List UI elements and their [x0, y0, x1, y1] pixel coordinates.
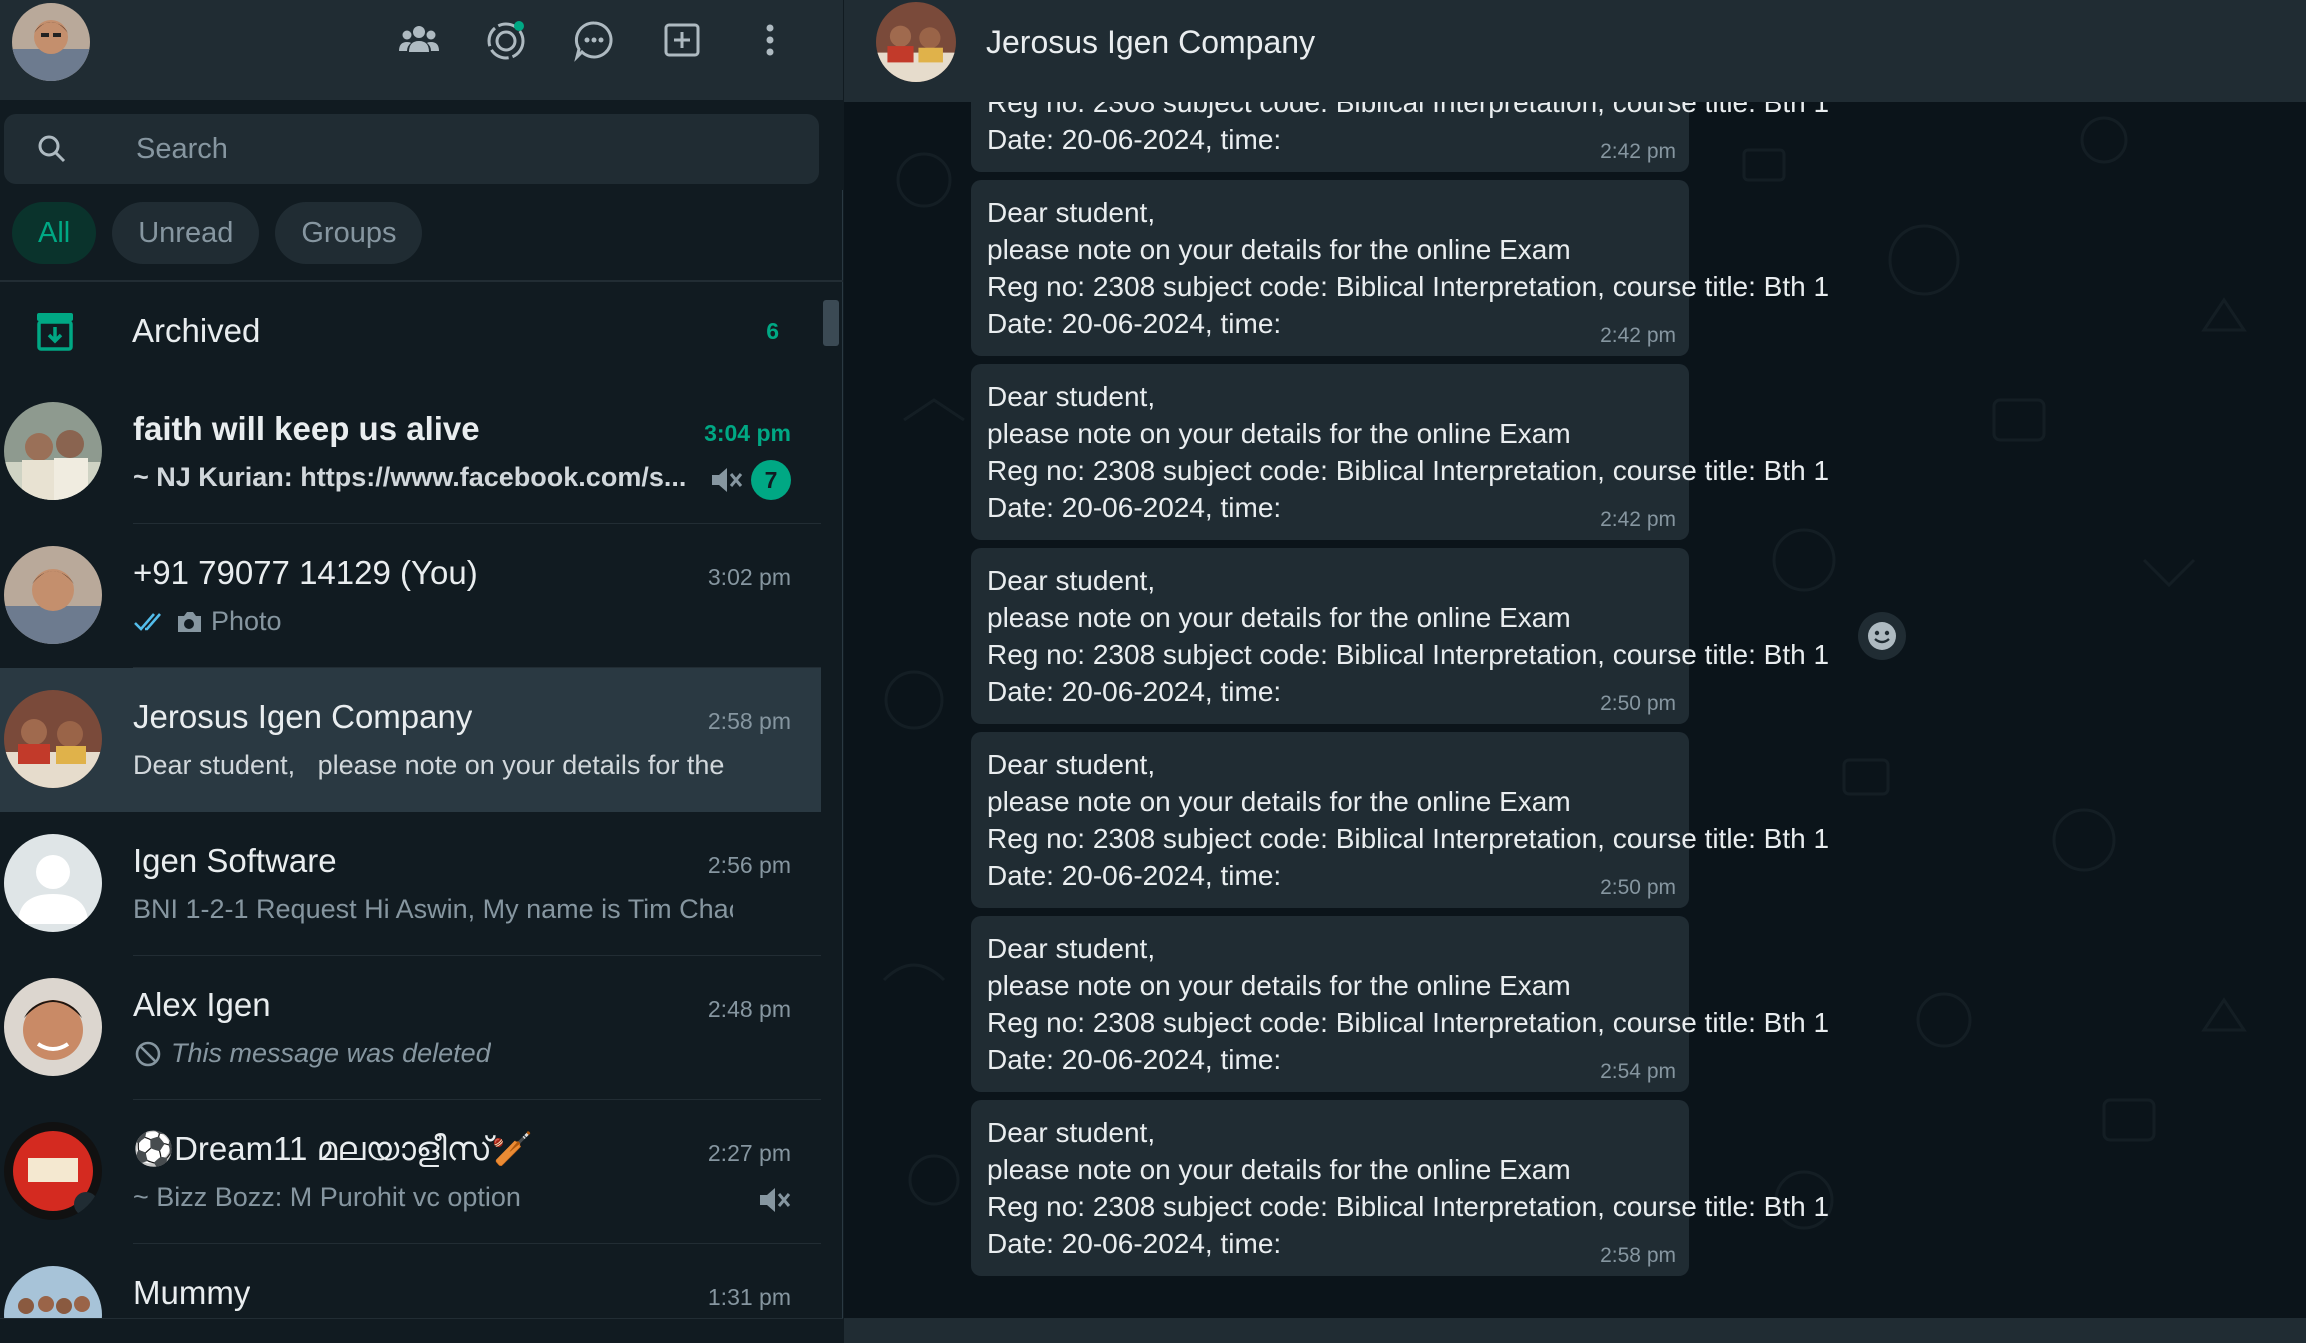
chat-name: Jerosus Igen Company	[133, 698, 473, 735]
menu-icon[interactable]	[744, 14, 796, 66]
search-input[interactable]	[136, 114, 776, 184]
filter-groups[interactable]: Groups	[275, 202, 423, 264]
composer-strip	[844, 1318, 2306, 1343]
smiley-icon	[1868, 622, 1896, 650]
deleted-icon	[135, 1041, 161, 1066]
chat-time: 3:04 pm	[704, 420, 791, 446]
chat-preview: Photo	[211, 606, 282, 636]
message-bubble[interactable]: Dear student, please note on your detail…	[971, 180, 1829, 356]
chat-preview: ~ Bizz Bozz: M Purohit vc option	[133, 1182, 521, 1212]
avatar	[4, 1122, 102, 1220]
message-bubble[interactable]: Dear student, please note on your detail…	[971, 732, 1829, 908]
chat-preview: Dear student, please note on your detail…	[133, 750, 733, 780]
chat-time: 3:02 pm	[707, 564, 791, 590]
chat-name: ⚽Dream11 മലയാളീസ്🏏	[133, 1130, 533, 1167]
message-text: Dear student, please note on your detail…	[987, 381, 1830, 523]
chat-name: Igen Software	[133, 842, 337, 879]
unread-badge: 7	[751, 460, 791, 500]
react-emoji-button[interactable]	[1858, 612, 1906, 660]
filter-all[interactable]: All	[12, 202, 97, 264]
search-icon	[38, 135, 66, 163]
chat-list-scrollbar[interactable]	[823, 300, 839, 346]
message-time: 2:42 pm	[1600, 508, 1676, 531]
communities-icon[interactable]	[393, 14, 445, 66]
channels-icon[interactable]	[568, 14, 620, 66]
archived-row[interactable]: Archived 6	[0, 282, 821, 380]
message-time: 2:42 pm	[1600, 324, 1676, 347]
chat-time: 1:31 pm	[707, 1284, 791, 1310]
chat-time: 2:56 pm	[707, 852, 791, 878]
my-profile-avatar[interactable]	[12, 3, 90, 81]
message-time: 2:54 pm	[1600, 1060, 1676, 1083]
search-box[interactable]	[4, 114, 819, 184]
message-text: Dear student, please note on your detail…	[987, 197, 1830, 339]
chat-item-mummy[interactable]: Mummy 1:31 pm	[0, 1244, 821, 1323]
search-bar	[0, 100, 843, 190]
message-time: 2:50 pm	[1600, 876, 1676, 899]
chat-filters: All Unread Groups	[12, 202, 423, 264]
chat-name: faith will keep us alive	[133, 410, 480, 447]
chat-list-pane: All Unread Groups Archived 6 faith will	[0, 0, 843, 1343]
message-bubble[interactable]: Dear student, please note on your detail…	[971, 916, 1829, 1092]
chat-item-alex-igen[interactable]: Alex Igen 2:48 pm This message was delet…	[0, 956, 821, 1100]
chat-preview: BNI 1-2-1 Request Hi Aswin, My name is T…	[133, 894, 733, 924]
double-check-icon	[134, 612, 161, 631]
chat-time: 2:48 pm	[707, 996, 791, 1022]
message-text: Dear student, please note on your detail…	[987, 1117, 1830, 1259]
chat-preview: This message was deleted	[171, 1038, 491, 1068]
avatar	[4, 546, 102, 644]
filter-unread[interactable]: Unread	[112, 202, 260, 264]
avatar	[4, 978, 102, 1076]
chat-list: faith will keep us alive 3:04 pm ~ NJ Ku…	[0, 380, 821, 1323]
chat-time: 2:58 pm	[707, 708, 791, 734]
archived-label: Archived	[132, 312, 261, 349]
conversation-title: Jerosus Igen Company	[986, 24, 1316, 60]
default-avatar-icon	[4, 834, 102, 932]
message-time: 2:50 pm	[1600, 692, 1676, 715]
chat-item-self[interactable]: +91 79077 14129 (You) 3:02 pm Photo	[0, 524, 821, 668]
chat-name: Mummy	[133, 1274, 251, 1311]
muted-icon	[760, 1188, 791, 1212]
chat-item-jerosus-igen-company[interactable]: Jerosus Igen Company 2:58 pm Dear studen…	[0, 668, 821, 812]
conversation-pane: Jerosus Igen Company Dear student, pleas…	[844, 0, 2306, 1343]
chat-name: Alex Igen	[133, 986, 271, 1023]
chat-preview-row: This message was deleted	[133, 1038, 491, 1069]
new-chat-icon[interactable]	[656, 14, 708, 66]
avatar	[4, 1266, 102, 1323]
chat-preview: ~ NJ Kurian: https://www.facebook.com/s.…	[133, 462, 687, 492]
camera-icon	[178, 611, 201, 632]
chat-item-dream11[interactable]: ⚽Dream11 മലയാളീസ്🏏 2:27 pm ~ Bizz Bozz: …	[0, 1100, 821, 1244]
message-text: Dear student, please note on your detail…	[987, 749, 1830, 891]
message-text: Dear student, please note on your detail…	[987, 565, 1830, 707]
muted-icon	[712, 468, 743, 492]
chat-name: +91 79077 14129 (You)	[133, 554, 478, 591]
message-list: Dear student, please note on your detail…	[844, 0, 2306, 1343]
chat-time: 2:27 pm	[707, 1140, 791, 1166]
archive-icon	[37, 313, 73, 351]
archived-count: 6	[766, 318, 779, 344]
message-bubble[interactable]: Dear student, please note on your detail…	[971, 364, 1829, 540]
avatar	[4, 690, 102, 788]
message-bubble[interactable]: Dear student, please note on your detail…	[971, 1100, 1829, 1276]
avatar	[4, 402, 102, 500]
chat-item-igen-software[interactable]: Igen Software 2:56 pm BNI 1-2-1 Request …	[0, 812, 821, 956]
contact-avatar[interactable]	[876, 2, 956, 82]
sidebar-header	[0, 0, 843, 100]
conversation-header[interactable]: Jerosus Igen Company	[844, 0, 2306, 102]
chat-item-faith-will-keep-us-alive[interactable]: faith will keep us alive 3:04 pm ~ NJ Ku…	[0, 380, 821, 524]
sidebar-footer	[0, 1318, 843, 1343]
message-time: 2:42 pm	[1600, 140, 1676, 163]
status-icon[interactable]	[480, 14, 532, 66]
message-bubble[interactable]: Dear student, please note on your detail…	[971, 548, 1829, 724]
message-time: 2:58 pm	[1600, 1244, 1676, 1267]
message-text: Dear student, please note on your detail…	[987, 933, 1830, 1075]
chat-preview-row: Photo	[133, 606, 282, 637]
